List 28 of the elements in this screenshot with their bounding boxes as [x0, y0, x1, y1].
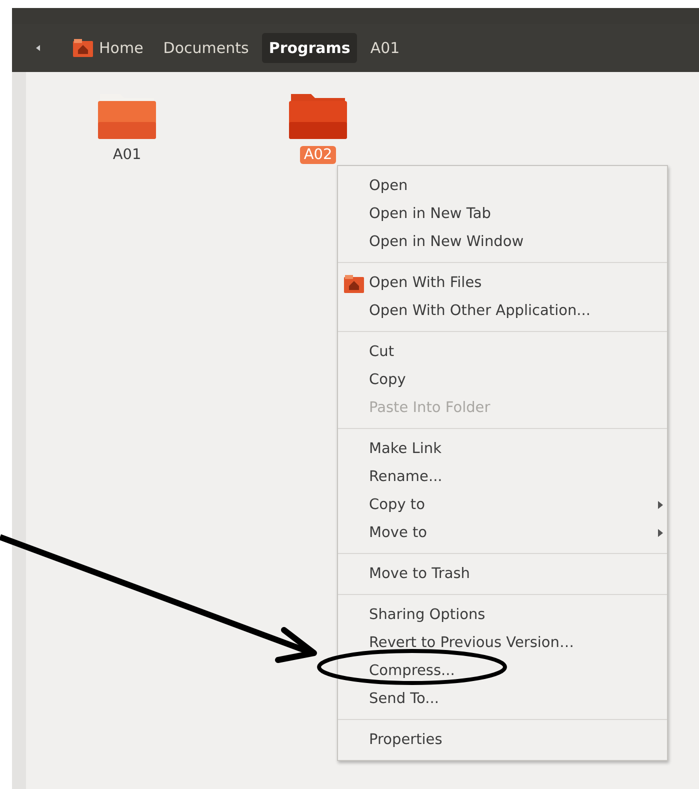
- path-button[interactable]: Documents: [156, 33, 256, 63]
- menu-item[interactable]: Copy: [338, 366, 667, 394]
- menu-item[interactable]: Copy to: [338, 491, 667, 519]
- menu-item[interactable]: Sharing Options: [338, 601, 667, 629]
- submenu-arrow-icon: [658, 529, 663, 537]
- menu-item[interactable]: Revert to Previous Version…: [338, 629, 667, 657]
- menu-item[interactable]: Make Link: [338, 435, 667, 463]
- menu-item[interactable]: Open in New Window: [338, 228, 667, 256]
- home-folder-icon: [73, 39, 93, 57]
- folder-icon: [289, 92, 347, 140]
- path-button[interactable]: A01: [363, 33, 407, 63]
- menu-item[interactable]: Send To...: [338, 685, 667, 713]
- back-arrow-icon[interactable]: [36, 45, 40, 51]
- path-button[interactable]: Programs: [262, 33, 358, 63]
- menu-item[interactable]: Move to: [338, 519, 667, 547]
- menu-item[interactable]: Rename...: [338, 463, 667, 491]
- files-app-icon: [344, 275, 364, 293]
- menu-item[interactable]: Cut: [338, 338, 667, 366]
- submenu-arrow-icon: [658, 501, 663, 509]
- menu-item[interactable]: Open: [338, 172, 667, 200]
- menu-item[interactable]: Open With Other Application...: [338, 297, 667, 325]
- path-button[interactable]: Home: [66, 33, 150, 63]
- file-name[interactable]: A01: [108, 146, 146, 164]
- menu-item[interactable]: Open in New Tab: [338, 200, 667, 228]
- menu-item[interactable]: Open With Files: [338, 269, 667, 297]
- menu-item[interactable]: Move to Trash: [338, 560, 667, 588]
- menu-item[interactable]: Properties: [338, 726, 667, 754]
- menu-item[interactable]: Compress...: [338, 657, 667, 685]
